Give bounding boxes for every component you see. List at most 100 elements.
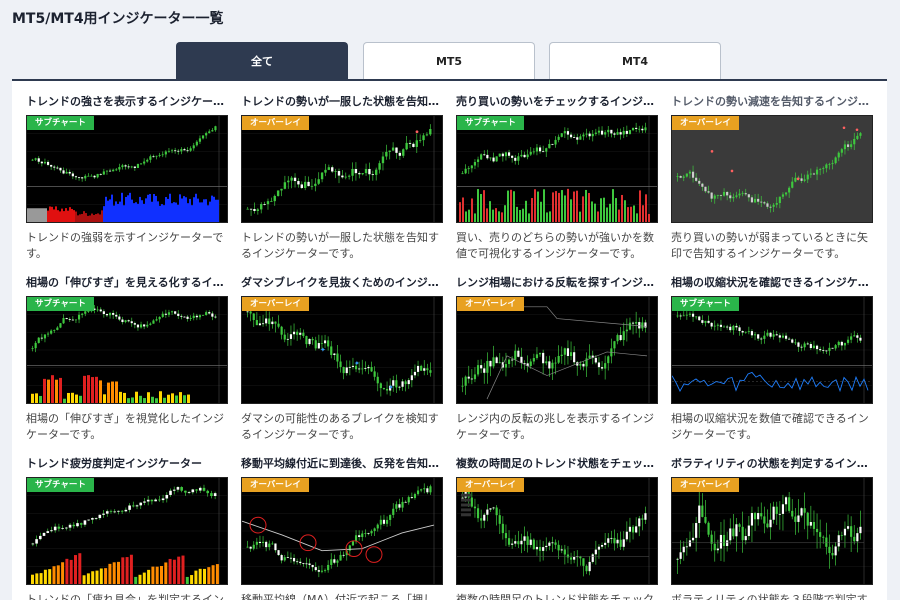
candle-body [308, 338, 311, 345]
candle-body [769, 519, 772, 528]
candle-body [775, 506, 778, 515]
candle-body [825, 350, 828, 352]
candle-body [155, 319, 158, 321]
card-title[interactable]: ダマシブレイクを見抜くためのインジケーター [241, 275, 443, 291]
candle-body [205, 133, 208, 136]
candle-body [198, 487, 202, 491]
candle-body [286, 557, 289, 559]
candle-body [853, 536, 856, 542]
candle-body [685, 546, 688, 548]
candle-body [682, 176, 685, 178]
candle-body [423, 368, 426, 371]
candle-body [520, 154, 523, 157]
chart-thumbnail[interactable]: サブチャート [456, 115, 658, 223]
indicator-card[interactable]: トレンドの勢い減速を告知するインジケーター オーバーレイ 売り買いの勢いが弱まっ… [671, 94, 873, 262]
chart-thumbnail[interactable]: オーバーレイ [671, 477, 873, 585]
histogram-bar [117, 203, 119, 222]
histogram-bar [217, 199, 219, 222]
candle-body [775, 334, 778, 336]
candle-body [501, 153, 504, 157]
chart-thumbnail[interactable]: オーバーレイ [241, 115, 443, 223]
candle-body [169, 490, 172, 495]
candle-body [613, 341, 616, 349]
indicator-card[interactable]: トレンド疲労度判定インジケーター サブチャート トレンドの「疲れ具合」を判定する… [26, 456, 228, 600]
candle-body [622, 331, 625, 341]
indicator-card[interactable]: トレンドの勢いが一服した状態を告知するインジケーター オーバーレイ トレンドの勢… [241, 94, 443, 262]
histogram-bar [83, 375, 86, 403]
candle-body [719, 324, 723, 327]
candle-body [167, 150, 171, 152]
indicator-card[interactable]: 複数の時間足のトレンド状態をチェックするインジケーター オーバーレイ 複数の時間… [456, 456, 658, 600]
candle-body [375, 169, 378, 175]
card-title[interactable]: 複数の時間足のトレンド状態をチェックするインジケーター [456, 456, 658, 472]
candle-body [150, 499, 154, 502]
tab-all[interactable]: 全て [176, 42, 348, 79]
candle-body [791, 339, 794, 343]
candle-body [741, 331, 744, 333]
candle-body [806, 174, 809, 180]
chart-thumbnail[interactable]: オーバーレイ [456, 296, 658, 404]
indicator-card[interactable]: トレンドの強さを表示するインジケーター サブチャート トレンドの強弱を示すインジ… [26, 94, 228, 262]
histogram-bar [151, 566, 155, 584]
chart-thumbnail[interactable]: サブチャート [671, 296, 873, 404]
histogram-bar [149, 193, 151, 222]
candle-body [252, 313, 255, 321]
histogram-bar [125, 196, 127, 222]
candle-body [809, 173, 812, 175]
candle-body [180, 149, 183, 152]
histogram-bar [183, 196, 185, 222]
card-title[interactable]: 相場の「伸びすぎ」を見える化するインジケーター [26, 275, 228, 291]
card-title[interactable]: 移動平均線付近に到達後、反発を告知するインジケーター [241, 456, 443, 472]
candle-body [72, 524, 76, 527]
candle-body [625, 531, 628, 540]
candle-body [139, 324, 143, 328]
page-title: MT5/MT4用インジケーター一覧 [12, 11, 224, 27]
histogram-bar [35, 208, 37, 222]
indicator-card[interactable]: 相場の「伸びすぎ」を見える化するインジケーター サブチャート 相場の「伸びすぎ」… [26, 275, 228, 443]
candle-body [320, 343, 324, 344]
card-title[interactable]: トレンドの勢い減速を告知するインジケーター [671, 94, 873, 110]
indicator-card[interactable]: ダマシブレイクを見抜くためのインジケーター ✦ ✦ ✦ オーバーレイ ダマシの可能性… [241, 275, 443, 443]
indicator-card[interactable]: レンジ相場における反転を探すインジケーター オーバーレイ レンジ内の反転の兆しを… [456, 275, 658, 443]
tab-mt5[interactable]: MT5 [363, 42, 535, 79]
indicator-card[interactable]: 移動平均線付近に到達後、反発を告知するインジケーター オーバーレイ 移動平均線（… [241, 456, 443, 600]
histogram-bar [173, 202, 175, 222]
card-title[interactable]: 相場の収縮状況を確認できるインジケーター [671, 275, 873, 291]
candle-body [124, 320, 127, 323]
chart-thumbnail[interactable]: ✦ ✦ ✦ オーバーレイ [241, 296, 443, 404]
candle-body [112, 312, 115, 315]
candle-body [542, 547, 545, 551]
candle-body [511, 543, 514, 545]
candle-body [345, 367, 348, 374]
card-title[interactable]: トレンド疲労度判定インジケーター [26, 456, 228, 472]
candle-body [573, 352, 576, 363]
chart-thumbnail[interactable]: サブチャート [26, 477, 228, 585]
chart-thumbnail[interactable]: オーバーレイ [456, 477, 658, 585]
candle-body [760, 338, 763, 340]
card-title[interactable]: 売り買いの勢いをチェックするインジケーター [456, 94, 658, 110]
chart-thumbnail[interactable]: オーバーレイ [241, 477, 443, 585]
histogram-bar [63, 211, 65, 222]
card-title[interactable]: トレンドの強さを表示するインジケーター [26, 94, 228, 110]
candle-body [249, 208, 253, 210]
chart-thumbnail[interactable]: サブチャート [26, 296, 228, 404]
indicator-card[interactable]: 相場の収縮状況を確認できるインジケーター サブチャート 相場の収縮状況を数値で確… [671, 275, 873, 443]
candle-body [738, 327, 741, 332]
histogram-bar [159, 391, 162, 403]
card-title[interactable]: トレンドの勢いが一服した状態を告知するインジケーター [241, 94, 443, 110]
card-title[interactable]: レンジ相場における反転を探すインジケーター [456, 275, 658, 291]
tab-mt4[interactable]: MT4 [549, 42, 721, 79]
candle-body [461, 497, 464, 499]
card-title[interactable]: ボラティリティの状態を判定するインジケーター [671, 456, 873, 472]
candle-body [246, 311, 249, 313]
chart-type-badge: オーバーレイ [457, 478, 524, 492]
chart-type-badge: オーバーレイ [242, 478, 309, 492]
indicator-card[interactable]: 売り買いの勢いをチェックするインジケーター サブチャート 買い、売りのどちらの勢… [456, 94, 658, 262]
chart-thumbnail[interactable]: オーバーレイ [671, 115, 873, 223]
candle-body [68, 319, 71, 320]
candle-body [726, 540, 729, 546]
price-chart [672, 116, 872, 222]
chart-thumbnail[interactable]: サブチャート [26, 115, 228, 223]
indicator-card[interactable]: ボラティリティの状態を判定するインジケーター オーバーレイ ボラティリティの状態… [671, 456, 873, 600]
tf-marker [461, 503, 471, 507]
